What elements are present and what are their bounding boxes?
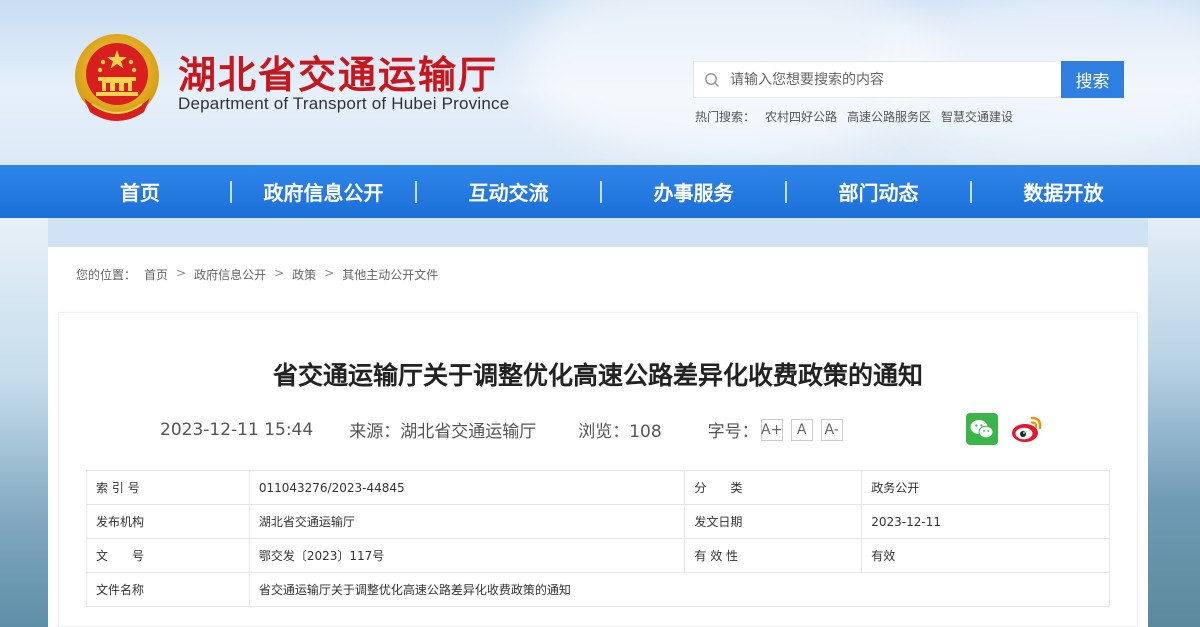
- nav-item-gov-info[interactable]: 政府信息公开: [232, 165, 415, 218]
- article-meta: 2023-12-11 15:44 来源：湖北省交通运输厅 浏览：108 字号： …: [160, 417, 843, 442]
- info-value: 2023-12-11: [861, 504, 1110, 539]
- main-nav: 首页 政府信息公开 互动交流 办事服务 部门动态 数据开放: [0, 165, 1200, 218]
- info-value: 湖北省交通运输厅: [248, 504, 686, 539]
- search-button[interactable]: 搜索: [1061, 61, 1124, 98]
- hot-search-link[interactable]: 农村四好公路: [765, 108, 837, 125]
- national-emblem-icon: [75, 34, 159, 121]
- info-value: 有效: [861, 538, 1110, 573]
- search-icon: [705, 72, 720, 87]
- hot-search: 热门搜索： 农村四好公路 高速公路服务区 智慧交通建设: [695, 108, 1013, 125]
- search-input[interactable]: [730, 62, 1061, 97]
- breadcrumb-label: 您的位置：: [76, 268, 137, 282]
- info-label: 文件名称: [86, 572, 250, 607]
- font-size-label: 字号：: [707, 422, 759, 442]
- info-value: 政务公开: [861, 470, 1110, 505]
- info-label: 分 类: [684, 470, 863, 505]
- nav-item-open-data[interactable]: 数据开放: [972, 165, 1155, 218]
- breadcrumb: 您的位置： 首页 > 政府信息公开 > 政策 > 其他主动公开文件: [76, 266, 438, 283]
- info-value: 省交通运输厅关于调整优化高速公路差异化收费政策的通知: [248, 572, 1111, 607]
- search-box: [693, 61, 1062, 98]
- info-label: 有 效 性: [684, 538, 863, 573]
- article-source: 来源：湖北省交通运输厅: [349, 422, 537, 442]
- document-info-table: 索 引 号 011043276/2023-44845 分 类 政务公开 发布机构…: [86, 470, 1111, 607]
- table-row: 文件名称 省交通运输厅关于调整优化高速公路差异化收费政策的通知: [86, 572, 1111, 607]
- site-subtitle: Department of Transport of Hubei Provinc…: [178, 94, 510, 113]
- info-label: 索 引 号: [86, 470, 250, 505]
- breadcrumb-item[interactable]: 政府信息公开: [194, 266, 266, 283]
- breadcrumb-separator: >: [274, 266, 285, 280]
- table-row: 索 引 号 011043276/2023-44845 分 类 政务公开: [86, 470, 1110, 505]
- info-value: 011043276/2023-44845: [248, 470, 686, 505]
- view-count: 浏览：108: [578, 422, 662, 442]
- font-normal-button[interactable]: A: [790, 418, 813, 441]
- info-label: 发布机构: [86, 504, 250, 539]
- background-scenery-right: [1148, 218, 1200, 627]
- table-row: 发布机构 湖北省交通运输厅 发文日期 2023-12-11: [86, 504, 1110, 539]
- nav-item-interaction[interactable]: 互动交流: [417, 165, 600, 218]
- weibo-share-icon[interactable]: [1010, 412, 1044, 446]
- info-label: 发文日期: [684, 504, 863, 539]
- hot-search-link[interactable]: 智慧交通建设: [941, 108, 1013, 125]
- hot-search-link[interactable]: 高速公路服务区: [847, 108, 931, 125]
- nav-item-home[interactable]: 首页: [50, 165, 230, 218]
- info-value: 鄂交发〔2023〕117号: [248, 538, 686, 573]
- wechat-share-icon[interactable]: [966, 413, 998, 445]
- nav-item-news[interactable]: 部门动态: [787, 165, 970, 218]
- breadcrumb-item[interactable]: 其他主动公开文件: [342, 266, 438, 283]
- breadcrumb-item[interactable]: 首页: [144, 266, 168, 283]
- site-title: 湖北省交通运输厅: [178, 53, 499, 97]
- breadcrumb-item[interactable]: 政策: [292, 266, 316, 283]
- font-decrease-button[interactable]: A-: [820, 418, 843, 441]
- table-row: 文 号 鄂交发〔2023〕117号 有 效 性 有效: [86, 538, 1110, 573]
- article-title: 省交通运输厅关于调整优化高速公路差异化收费政策的通知: [272, 361, 923, 390]
- background-scenery-left: [0, 218, 48, 627]
- hot-search-label: 热门搜索：: [695, 110, 756, 124]
- font-increase-button[interactable]: A+: [760, 418, 783, 441]
- publish-date: 2023-12-11 15:44: [160, 419, 314, 440]
- info-label: 文 号: [86, 538, 250, 573]
- nav-item-services[interactable]: 办事服务: [602, 165, 785, 218]
- breadcrumb-separator: >: [324, 266, 335, 280]
- breadcrumb-separator: >: [176, 266, 187, 280]
